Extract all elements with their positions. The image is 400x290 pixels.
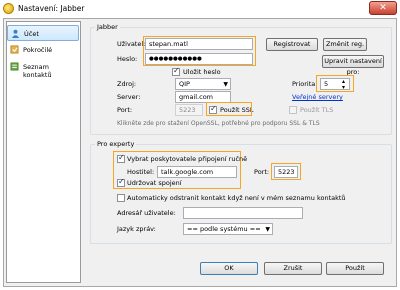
source-select[interactable]: QIP ▼ [175, 78, 231, 90]
expert-group-title: Pro experty [95, 140, 137, 148]
sidebar-item-label: Pokročilé [23, 46, 53, 54]
sidebar-item-advanced[interactable]: Pokročilé [7, 42, 79, 58]
sidebar-item-account[interactable]: Účet [7, 25, 79, 41]
password-label: Heslo: [117, 55, 138, 63]
user-address-label: Adresář uživatele: [117, 209, 176, 217]
server-label: Server: [117, 93, 141, 101]
source-label: Zdroj: [117, 80, 137, 88]
choose-provider-checkbox[interactable] [117, 153, 125, 163]
advanced-icon [10, 45, 19, 54]
host-input[interactable]: talk.google.com [157, 166, 237, 178]
user-label: Uživatel: [117, 40, 146, 48]
contacts-icon [10, 62, 19, 71]
apply-button[interactable]: Použít [326, 262, 384, 275]
keepalive-checkbox[interactable] [117, 177, 125, 187]
public-servers-link[interactable]: Veřejné servery [292, 93, 343, 101]
host-label: Hostitel: [127, 168, 155, 176]
edit-server-button[interactable]: Upravit nastavení pro: [322, 55, 384, 76]
auto-remove-label: Automaticky odstranit kontakt když není … [127, 194, 346, 202]
use-tls-label: Použít TLS [300, 106, 334, 114]
window-title: Nastavení: Jabber [18, 4, 85, 13]
keepalive-label: Udržovat spojení [127, 179, 182, 187]
openssl-hint[interactable]: Klikněte zde pro stažení OpenSSL, potřeb… [117, 120, 320, 127]
sidebar-item-label: Seznam kontaktů [23, 63, 52, 79]
language-value: == podle systému == [187, 225, 261, 233]
port-input[interactable]: 5223 [175, 104, 203, 116]
chevron-down-icon: ▼ [223, 81, 228, 88]
credentials-highlight [143, 36, 256, 66]
expert-port-label: Port: [254, 168, 270, 176]
user-address-input[interactable] [183, 207, 303, 219]
ok-button[interactable]: OK [200, 262, 258, 275]
chevron-down-icon: ▼ [265, 226, 270, 233]
save-password-checkbox[interactable] [172, 66, 180, 76]
sidebar-item-label: Účet [24, 30, 39, 38]
jabber-group-title: Jabber [95, 23, 120, 31]
language-select[interactable]: == podle systému == ▼ [183, 223, 273, 235]
change-registration-button[interactable]: Změnit reg. [323, 38, 367, 51]
use-tls-checkbox[interactable] [289, 106, 297, 114]
priority-highlight [316, 75, 354, 92]
register-button[interactable]: Registrovat [266, 38, 318, 51]
language-label: Jazyk zpráv: [117, 225, 156, 233]
choose-provider-label: Vybrat poskytovatele připojení ručně [127, 155, 248, 163]
port-label: Port: [117, 106, 133, 114]
ssl-highlight [206, 102, 252, 116]
source-value: QIP [179, 80, 190, 88]
save-password-label: Uložit heslo [183, 68, 221, 76]
auto-remove-checkbox[interactable] [117, 194, 125, 202]
cancel-button[interactable]: Zrušit [264, 262, 322, 275]
expert-port-highlight [271, 163, 301, 180]
app-icon [3, 3, 14, 14]
priority-label: Priorita: [292, 80, 318, 88]
account-icon [11, 29, 20, 38]
sidebar-item-contacts[interactable]: Seznam kontaktů [7, 59, 79, 79]
close-button[interactable]: ✕ [369, 1, 397, 15]
